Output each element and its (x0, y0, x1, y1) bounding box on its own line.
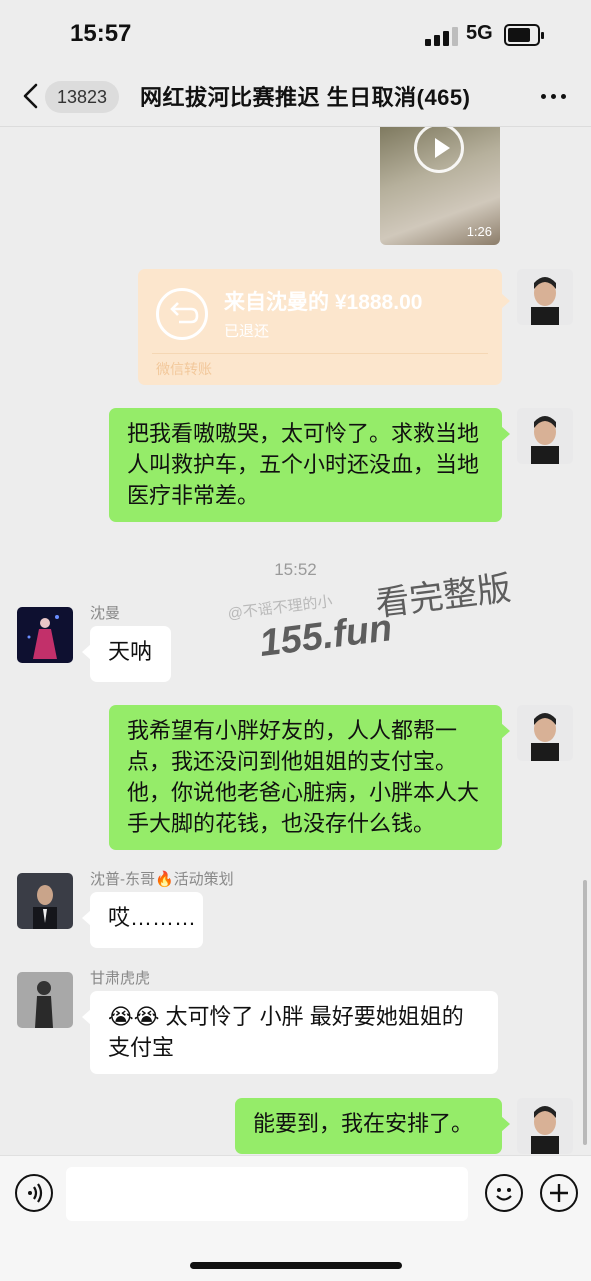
video-message[interactable]: 1:26 (380, 127, 500, 245)
emoji-icon[interactable] (485, 1174, 523, 1212)
refund-arrow-icon (156, 288, 208, 340)
cellular-signal-icon (425, 26, 461, 46)
add-more-icon[interactable] (540, 1174, 578, 1212)
chat-message-list[interactable]: 1:26 来自沈曼的 ¥1888.00 已退还 微信转账 把我看嗷嗷哭，太可怜了… (0, 127, 591, 1155)
message-input[interactable] (66, 1167, 468, 1221)
divider (152, 353, 488, 354)
video-duration: 1:26 (466, 224, 492, 239)
message-bubble[interactable]: 哎……… (82, 892, 203, 948)
message-text: 把我看嗷嗷哭，太可怜了。求救当地人叫救护车，五个小时还没血，当地医疗非常差。 (127, 421, 480, 508)
transfer-label: 微信转账 (156, 361, 212, 377)
voice-input-icon[interactable] (15, 1174, 53, 1212)
message-bubble[interactable]: 把我看嗷嗷哭，太可怜了。求救当地人叫救护车，五个小时还没血，当地医疗非常差。 (109, 408, 510, 522)
avatar[interactable] (17, 972, 73, 1028)
transfer-status: 已退还 (224, 323, 270, 340)
play-icon[interactable] (414, 127, 464, 173)
avatar[interactable] (517, 705, 573, 761)
wechat-transfer-card[interactable]: 来自沈曼的 ¥1888.00 已退还 微信转账 (138, 269, 510, 385)
sender-name: 沈曼 (90, 605, 121, 622)
unread-count-badge[interactable]: 13823 (45, 81, 120, 113)
avatar[interactable] (517, 269, 573, 325)
chat-header: 13823 网红拔河比赛推迟 生日取消(465) (0, 68, 591, 127)
transfer-amount: 来自沈曼的 ¥1888.00 (224, 291, 423, 314)
avatar[interactable] (17, 873, 73, 929)
avatar[interactable] (517, 1098, 573, 1154)
message-text: 哎……… (108, 905, 197, 930)
status-bar: 15:57 5G (0, 0, 591, 68)
watermark-text: 看完整版 (373, 569, 514, 624)
sender-name: 沈普-东哥🔥活动策划 (90, 871, 234, 888)
avatar[interactable] (17, 607, 73, 663)
message-bubble[interactable]: 天呐 (82, 626, 171, 682)
emoji-crying: 😭😭 (108, 1004, 160, 1029)
status-time: 15:57 (70, 20, 132, 47)
home-indicator (190, 1262, 402, 1269)
message-text: 天呐 (108, 639, 153, 664)
network-type: 5G (466, 22, 493, 44)
message-text: 能要到，我在安排了。 (253, 1111, 474, 1136)
message-text: 我希望有小胖好友的，人人都帮一点，我还没问到他姐姐的支付宝。他，你说他老爸心脏病… (127, 718, 480, 836)
input-bar (0, 1155, 591, 1281)
more-options-icon[interactable] (539, 85, 569, 105)
back-arrow-icon[interactable] (20, 82, 42, 110)
message-text: 太可怜了 小胖 最好要她姐姐的支付宝 (108, 1004, 464, 1060)
chat-title: 网红拔河比赛推迟 生日取消(465) (140, 85, 471, 110)
sender-name: 甘肃虎虎 (90, 970, 151, 987)
battery-icon (504, 24, 544, 46)
scrollbar[interactable] (583, 880, 587, 1145)
message-bubble[interactable]: 能要到，我在安排了。 (235, 1098, 510, 1154)
message-bubble[interactable]: 我希望有小胖好友的，人人都帮一点，我还没问到他姐姐的支付宝。他，你说他老爸心脏病… (109, 705, 510, 850)
message-bubble[interactable]: 😭😭 太可怜了 小胖 最好要她姐姐的支付宝 (82, 991, 498, 1074)
avatar[interactable] (517, 408, 573, 464)
